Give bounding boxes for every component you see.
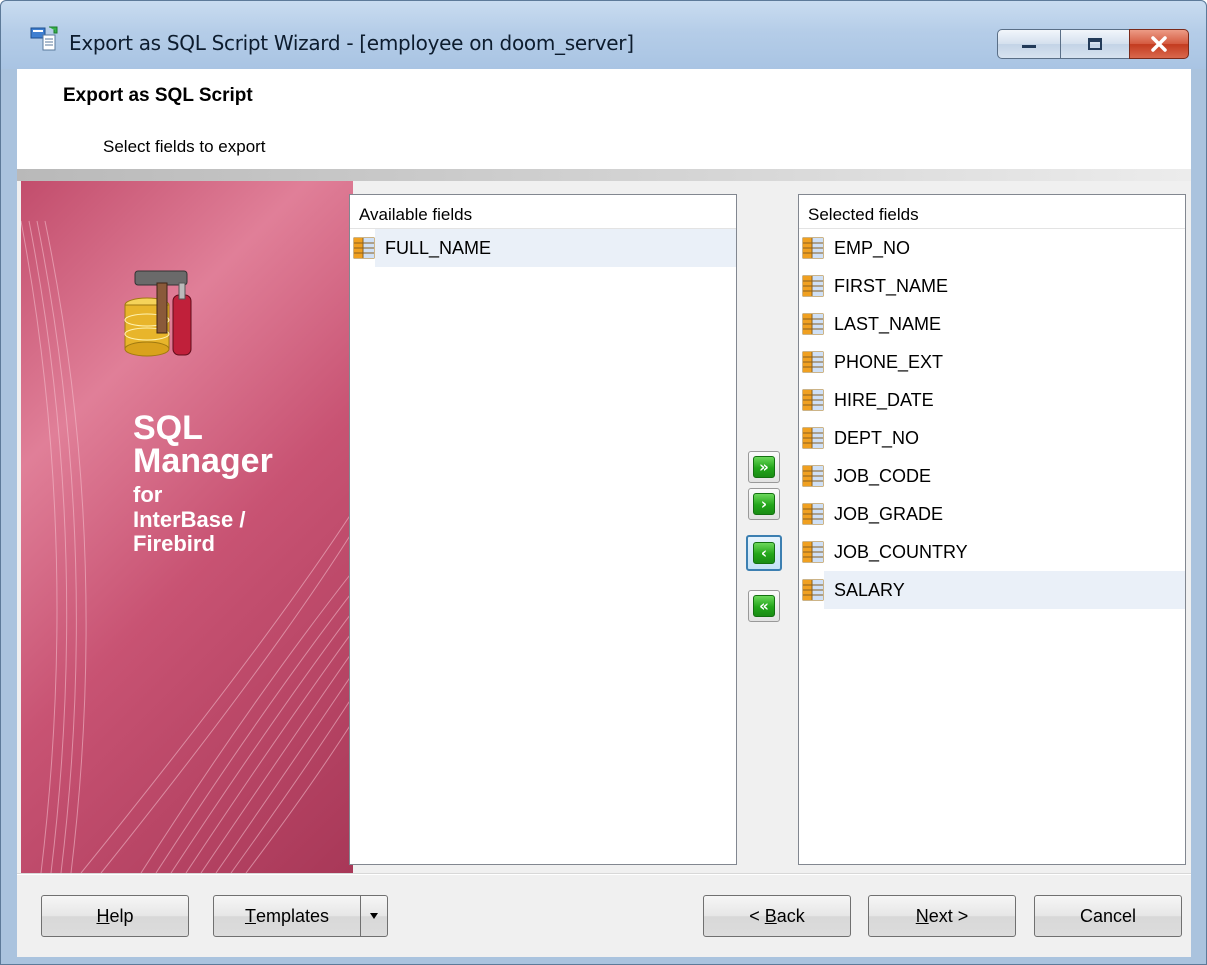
dropdown-arrow-icon: [370, 913, 378, 919]
table-field-icon: [802, 503, 824, 525]
table-field-icon: [802, 275, 824, 297]
wizard-app-icon: [30, 26, 58, 51]
right-arrow-icon: ›: [753, 493, 775, 515]
remove-field-button[interactable]: ‹: [746, 535, 782, 571]
add-all-fields-button[interactable]: »: [748, 451, 780, 483]
wizard-window: Export as SQL Script Wizard - [employee …: [0, 0, 1207, 965]
field-list-item[interactable]: FULL_NAME: [350, 229, 736, 267]
back-button[interactable]: < Back: [703, 895, 851, 937]
field-name-label: SALARY: [824, 571, 1185, 609]
table-field-icon: [802, 465, 824, 487]
table-field-icon: [353, 237, 375, 259]
field-name-label: FULL_NAME: [375, 229, 736, 267]
available-fields-body: FULL_NAME: [350, 229, 736, 267]
left-arrow-icon: ‹: [753, 542, 775, 564]
back-accelerator: B: [764, 905, 777, 926]
restore-icon: [1088, 38, 1102, 50]
window-title: Export as SQL Script Wizard - [employee …: [69, 31, 634, 55]
templates-dropdown-button[interactable]: [360, 895, 388, 937]
field-list-item[interactable]: LAST_NAME: [799, 305, 1185, 343]
minimize-button[interactable]: [997, 29, 1061, 59]
field-name-label: DEPT_NO: [834, 428, 920, 448]
help-accelerator: H: [96, 905, 110, 926]
add-field-button[interactable]: ›: [748, 488, 780, 520]
wizard-step-subtitle: Select fields to export: [103, 137, 266, 156]
close-button[interactable]: [1129, 29, 1189, 59]
banner-line-sql: SQL: [133, 409, 203, 447]
field-list-item[interactable]: HIRE_DATE: [799, 381, 1185, 419]
field-list-item[interactable]: EMP_NO: [799, 229, 1185, 267]
double-right-arrow-icon: »: [753, 456, 775, 478]
table-field-icon: [802, 313, 824, 335]
minimize-icon: [1022, 45, 1036, 48]
selected-fields-list[interactable]: Selected fields EMP_NO FIRST_NAME LAST_NAM…: [798, 194, 1186, 865]
remove-all-fields-button[interactable]: «: [748, 590, 780, 622]
field-list-item[interactable]: FIRST_NAME: [799, 267, 1185, 305]
field-list-item[interactable]: JOB_COUNTRY: [799, 533, 1185, 571]
available-fields-list[interactable]: Available fields FULL_NAME: [349, 194, 737, 865]
selected-fields-header: Selected fields: [799, 195, 1185, 229]
field-list-item[interactable]: JOB_GRADE: [799, 495, 1185, 533]
maximize-button[interactable]: [1060, 29, 1130, 59]
table-field-icon: [802, 237, 824, 259]
banner-line-firebird: Firebird: [133, 531, 215, 556]
templates-accelerator: T: [244, 905, 256, 926]
double-left-arrow-icon: «: [753, 595, 775, 617]
sql-manager-logo-icon: [124, 270, 192, 357]
banner-line-interbase: InterBase /: [133, 507, 246, 532]
next-button[interactable]: Next >: [868, 895, 1016, 937]
field-list-item[interactable]: SALARY: [799, 571, 1185, 609]
field-name-label: FIRST_NAME: [834, 276, 949, 296]
table-field-icon: [802, 541, 824, 563]
help-label-post: elp: [109, 905, 134, 926]
templates-label-post: emplates: [255, 905, 330, 926]
banner-line-for: for: [133, 482, 163, 507]
available-fields-header: Available fields: [350, 195, 736, 229]
field-name-label: PHONE_EXT: [834, 352, 944, 372]
wizard-content: Export as SQL Script Select fields to ex…: [17, 69, 1191, 957]
field-name-label: JOB_GRADE: [834, 504, 944, 524]
title-bar[interactable]: Export as SQL Script Wizard - [employee …: [1, 1, 1206, 69]
help-button[interactable]: Help: [41, 895, 189, 937]
field-name-label: LAST_NAME: [834, 314, 942, 334]
banner-line-manager: Manager: [133, 442, 273, 480]
next-accelerator: N: [915, 905, 929, 926]
field-name-label: JOB_CODE: [834, 466, 932, 486]
table-field-icon: [802, 351, 824, 373]
field-list-item[interactable]: JOB_CODE: [799, 457, 1185, 495]
field-name-label: EMP_NO: [834, 238, 911, 258]
next-label-post: ext >: [928, 905, 969, 926]
field-list-item[interactable]: DEPT_NO: [799, 419, 1185, 457]
table-field-icon: [802, 389, 824, 411]
header-separator: [17, 169, 1191, 181]
selected-fields-body: EMP_NO FIRST_NAME LAST_NAME PHONE_EXT HIRE_D…: [799, 229, 1185, 609]
footer-separator: [17, 873, 1191, 875]
table-field-icon: [802, 579, 824, 601]
product-banner: SQL Manager for InterBase / Firebird: [21, 181, 353, 873]
field-name-label: HIRE_DATE: [834, 390, 934, 410]
back-label-pre: <: [749, 905, 765, 926]
cancel-button[interactable]: Cancel: [1034, 895, 1182, 937]
wizard-header: Export as SQL Script Select fields to ex…: [17, 69, 1191, 169]
field-list-item[interactable]: PHONE_EXT: [799, 343, 1185, 381]
field-name-label: JOB_COUNTRY: [834, 542, 968, 562]
close-icon: [1151, 36, 1167, 52]
templates-button[interactable]: Templates: [213, 895, 361, 937]
table-field-icon: [802, 427, 824, 449]
back-label-post: ack: [776, 905, 805, 926]
wizard-step-title: Export as SQL Script: [63, 85, 253, 106]
